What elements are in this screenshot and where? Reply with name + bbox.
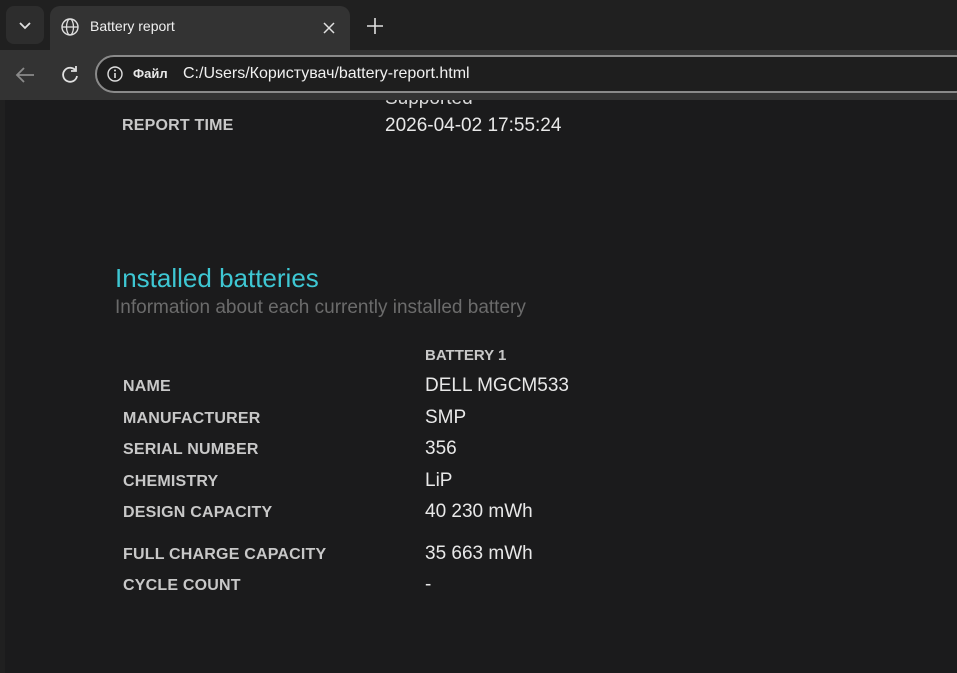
full-charge-capacity-label: FULL CHARGE CAPACITY: [123, 546, 327, 563]
serial-number-label: SERIAL NUMBER: [123, 441, 259, 458]
close-tab-button[interactable]: [316, 15, 342, 41]
address-bar[interactable]: Файл C:/Users/Користувач/battery-report.…: [95, 55, 957, 93]
arrow-left-icon: [15, 67, 34, 83]
cycle-count-label: CYCLE COUNT: [123, 577, 241, 594]
tab-title: Battery report: [90, 18, 175, 34]
section-title: Installed batteries: [115, 263, 319, 293]
full-charge-capacity-value: 35 663 mWh: [425, 543, 533, 564]
new-tab-button[interactable]: [360, 11, 390, 41]
plus-icon: [367, 18, 383, 34]
design-capacity-value: 40 230 mWh: [425, 501, 533, 522]
reload-button[interactable]: [55, 60, 85, 90]
info-icon[interactable]: [107, 66, 123, 82]
section-subtitle: Information about each currently install…: [115, 297, 526, 318]
toolbar: Файл C:/Users/Користувач/battery-report.…: [0, 50, 957, 100]
tab-battery-report[interactable]: Battery report: [50, 6, 350, 50]
chemistry-value: LiP: [425, 470, 453, 491]
tab-search-button[interactable]: [6, 6, 44, 44]
previous-value-partial: Supported: [385, 100, 473, 110]
scheme-label: Файл: [133, 66, 168, 81]
name-label: NAME: [123, 378, 171, 395]
chevron-down-icon: [19, 22, 31, 30]
chemistry-label: CHEMISTRY: [123, 473, 219, 490]
back-button[interactable]: [10, 60, 40, 90]
globe-icon: [61, 18, 79, 36]
manufacturer-value: SMP: [425, 407, 467, 428]
reload-icon: [62, 66, 78, 83]
cycle-count-value: -: [425, 574, 432, 595]
name-value: DELL MGCM533: [425, 375, 569, 396]
close-icon: [323, 22, 335, 34]
report-time-value: 2026-04-02 17:55:24: [385, 115, 562, 136]
report-time-label: REPORT TIME: [122, 117, 234, 134]
page-content: Supported REPORT TIME 2026-04-02 17:55:2…: [5, 100, 957, 673]
url-text[interactable]: C:/Users/Користувач/battery-report.html: [183, 65, 470, 83]
tab-strip: Battery report: [0, 0, 957, 50]
serial-number-value: 356: [425, 438, 457, 459]
manufacturer-label: MANUFACTURER: [123, 410, 261, 427]
battery-column-header: BATTERY 1: [425, 347, 507, 364]
design-capacity-label: DESIGN CAPACITY: [123, 504, 273, 521]
